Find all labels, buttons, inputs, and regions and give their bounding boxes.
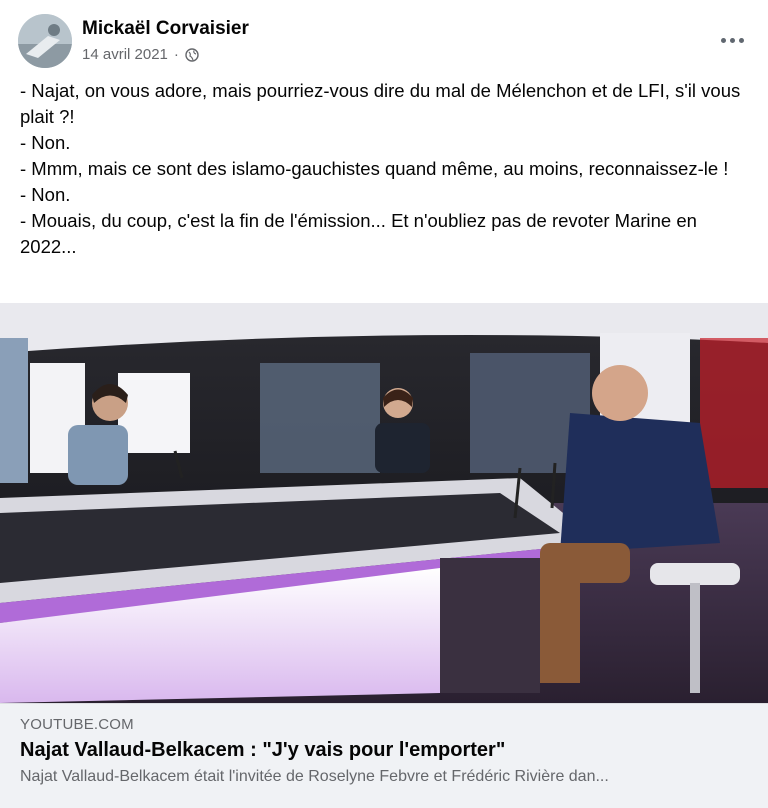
post-line: - Mouais, du coup, c'est la fin de l'émi… xyxy=(20,210,697,257)
more-options-icon[interactable] xyxy=(714,28,750,52)
link-description: Najat Vallaud-Belkacem était l'invitée d… xyxy=(20,768,609,785)
post-header: Mickaël Corvaisier 14 avril 2021 · xyxy=(18,14,750,70)
post-line: - Mmm, mais ce sont des islamo-gauchiste… xyxy=(20,158,729,179)
facebook-post: Mickaël Corvaisier 14 avril 2021 · - Naj… xyxy=(0,0,768,808)
post-line: - Non. xyxy=(20,184,71,205)
author-name[interactable]: Mickaël Corvaisier xyxy=(82,18,249,40)
post-line: - Najat, on vous adore, mais pourriez-vo… xyxy=(20,80,741,127)
link-domain: YOUTUBE.COM xyxy=(20,716,134,733)
post-date[interactable]: 14 avril 2021 xyxy=(82,46,168,63)
post-text: - Najat, on vous adore, mais pourriez-vo… xyxy=(20,78,752,260)
avatar[interactable] xyxy=(18,14,72,68)
post-meta: 14 avril 2021 · xyxy=(82,46,199,63)
link-preview-info[interactable]: YOUTUBE.COM Najat Vallaud-Belkacem : "J'… xyxy=(0,703,768,808)
link-preview-image[interactable] xyxy=(0,303,768,703)
globe-icon[interactable] xyxy=(185,47,199,62)
meta-separator: · xyxy=(173,46,179,63)
post-line: - Non. xyxy=(20,132,71,153)
link-title[interactable]: Najat Vallaud-Belkacem : "J'y vais pour … xyxy=(20,739,748,762)
